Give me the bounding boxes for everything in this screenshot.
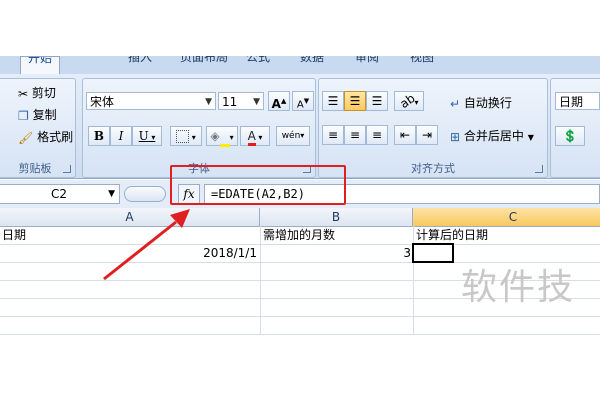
annotation-arrow [103,209,190,281]
watermark-text: 软件技 [461,267,576,308]
